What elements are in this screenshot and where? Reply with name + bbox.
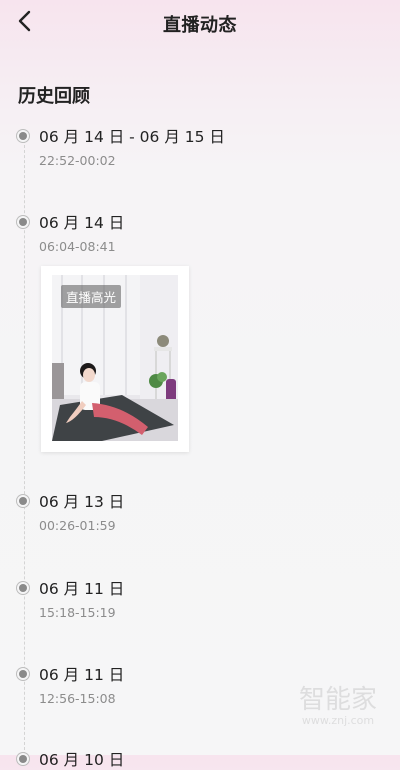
entry-date: 06 月 10 日 xyxy=(39,751,125,769)
watermark-url: www.znj.com xyxy=(302,714,374,727)
header-bar: 直播动态 xyxy=(0,0,400,44)
entry-date: 06 月 11 日 xyxy=(39,666,125,684)
watermark-logo: 智能家 www.znj.com xyxy=(288,681,388,727)
entry-date: 06 月 14 日 xyxy=(39,214,125,232)
timeline-dot-icon xyxy=(19,670,27,678)
watermark-logo-text: 智能家 xyxy=(299,685,377,715)
entry-time: 12:56-15:08 xyxy=(39,691,116,706)
entry-date: 06 月 13 日 xyxy=(39,493,125,511)
section-title: 历史回顾 xyxy=(18,86,90,107)
timeline-dot-icon xyxy=(19,755,27,763)
entry-time: 15:18-15:19 xyxy=(39,605,116,620)
entry-date: 06 月 14 日 - 06 月 15 日 xyxy=(39,128,225,146)
timeline-dot-icon xyxy=(19,497,27,505)
entry-time: 06:04-08:41 xyxy=(39,239,116,254)
entry-time: 00:26-01:59 xyxy=(39,518,116,533)
timeline-dot-icon xyxy=(19,132,27,140)
highlight-badge: 直播高光 xyxy=(61,285,122,308)
timeline-dot-icon xyxy=(19,584,27,592)
timeline-dot-icon xyxy=(19,218,27,226)
page-title: 直播动态 xyxy=(163,15,237,36)
entry-time: 22:52-00:02 xyxy=(39,153,116,168)
timeline-line xyxy=(24,135,25,755)
live-highlight-card[interactable]: 直播高光 xyxy=(41,266,189,452)
entry-date: 06 月 11 日 xyxy=(39,580,125,598)
